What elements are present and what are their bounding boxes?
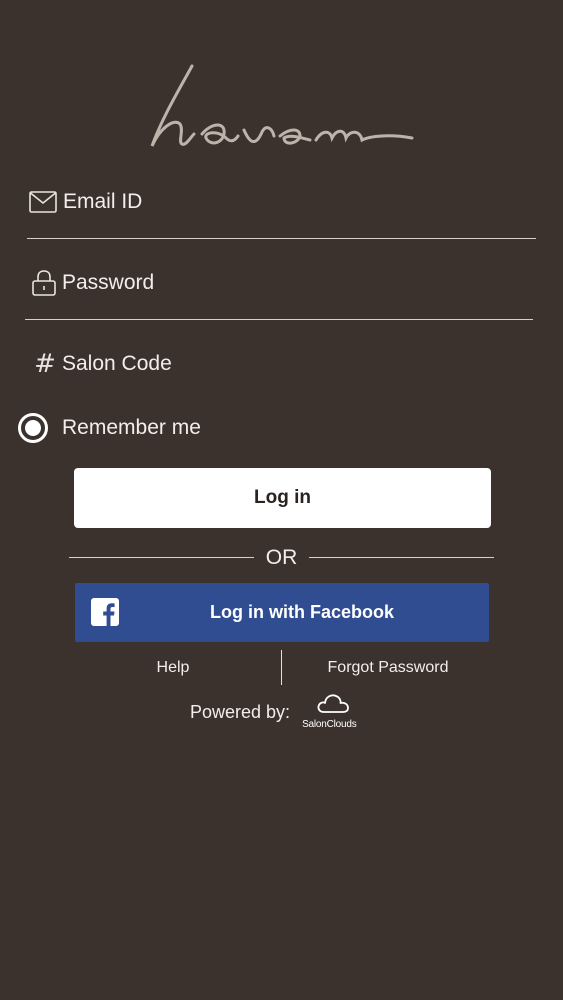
mail-icon [27, 186, 59, 218]
salon-code-placeholder: Salon Code [62, 352, 172, 375]
facebook-login-label: Log in with Facebook [210, 602, 394, 622]
email-underline [27, 238, 536, 239]
lock-icon [28, 267, 60, 299]
email-placeholder: Email ID [63, 190, 143, 213]
hash-icon: # [34, 349, 56, 379]
help-link[interactable]: Help [120, 650, 226, 686]
remember-me-label: Remember me [62, 416, 201, 439]
remember-me-toggle[interactable]: Remember me [18, 410, 201, 446]
remember-me-radio[interactable] [18, 413, 48, 443]
login-button[interactable]: Log in [74, 468, 491, 528]
or-line-right [309, 557, 494, 558]
forgot-password-link[interactable]: Forgot Password [312, 650, 464, 686]
password-placeholder: Password [62, 271, 155, 294]
password-field[interactable]: Password [25, 267, 533, 347]
or-divider: OR [69, 545, 494, 571]
powered-by-label: Powered by: [190, 701, 291, 722]
facebook-login-button[interactable]: Log in with Facebook [75, 583, 489, 642]
or-label: OR [265, 546, 298, 569]
email-field[interactable]: Email ID [27, 186, 536, 266]
password-underline [25, 319, 533, 320]
login-button-label: Log in [254, 487, 311, 508]
salonclouds-wordmark: SalonClouds [302, 719, 357, 730]
radio-selected-dot [25, 420, 41, 436]
powered-by: Powered by: SalonClouds [190, 692, 374, 732]
links-divider [281, 650, 282, 685]
cloud-icon [317, 694, 349, 713]
salonclouds-logo: SalonClouds [302, 692, 374, 732]
haven-logo: haven [150, 64, 414, 147]
help-links-row: Help Forgot Password [0, 650, 563, 686]
